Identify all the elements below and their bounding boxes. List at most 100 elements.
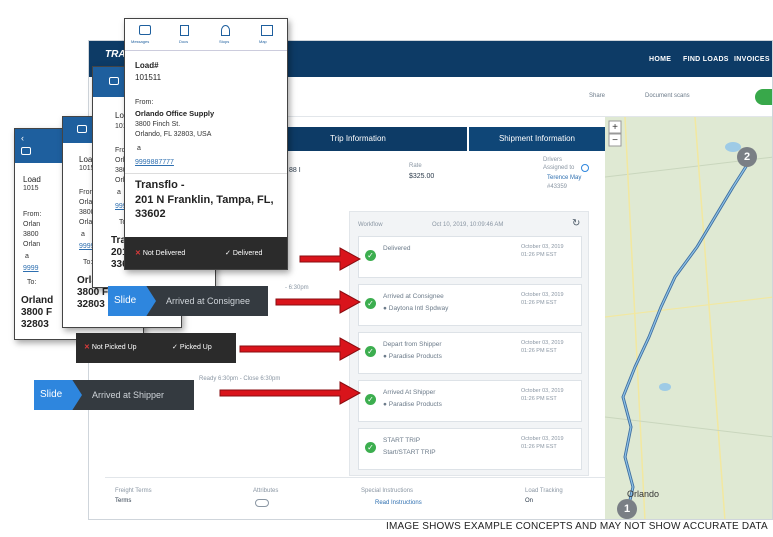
messages-tab-icon[interactable] bbox=[139, 25, 151, 35]
workflow-item-title: Delivered bbox=[383, 245, 411, 252]
to-address: 3800 F bbox=[77, 287, 109, 298]
pin-icon: ● bbox=[383, 401, 387, 408]
bullet: a bbox=[137, 145, 141, 152]
map-marker-end[interactable]: 2 bbox=[737, 147, 757, 167]
x-icon: ✕ bbox=[135, 250, 141, 257]
not-picked-up-button[interactable]: ✕ Not Picked Up bbox=[84, 343, 137, 351]
action-button[interactable] bbox=[755, 89, 772, 105]
from-address: 3800 bbox=[23, 231, 39, 238]
slide-arrived-consignee[interactable]: Slide Arrived at Consignee bbox=[108, 286, 268, 316]
arrow-to-depart-shipper bbox=[239, 337, 362, 361]
nav-home-link[interactable]: HOME bbox=[649, 56, 671, 63]
workflow-item-location-text: Daytona Intl Spdway bbox=[388, 305, 449, 312]
delivered-button[interactable]: ✓ Delivered bbox=[225, 249, 262, 257]
check-circle-icon: ✓ bbox=[365, 250, 376, 261]
picked-up-button[interactable]: ✓ Picked Up bbox=[172, 343, 212, 351]
arrow-to-delivered bbox=[299, 247, 362, 271]
workflow-item-start-trip: ✓ START TRIP Start/START TRIP October 03… bbox=[358, 428, 582, 470]
map-canvas: + − bbox=[605, 117, 772, 519]
workflow-item-location: ● Paradise Products bbox=[383, 353, 442, 360]
svg-text:−: − bbox=[612, 135, 618, 146]
messages-icon[interactable] bbox=[21, 147, 31, 155]
from-city: Orlando, FL 32803, USA bbox=[135, 131, 212, 138]
freight-terms-label: Freight Terms bbox=[115, 488, 152, 494]
bullet: a bbox=[117, 189, 121, 196]
stops-tab-icon[interactable] bbox=[221, 25, 230, 36]
from-city: Orlan bbox=[23, 241, 41, 248]
driver-name[interactable]: Terence May bbox=[547, 175, 581, 181]
to-name: Transflo - bbox=[135, 179, 185, 191]
route-map[interactable]: + − 2 1 Orlando bbox=[605, 117, 772, 519]
slide-handle[interactable]: Slide bbox=[34, 380, 82, 410]
driver-id: #43359 bbox=[547, 184, 568, 190]
check-circle-icon: ✓ bbox=[365, 298, 376, 309]
load-tracking-label: Load Tracking bbox=[525, 488, 563, 494]
slide-arrived-shipper[interactable]: Slide Arrived at Shipper bbox=[34, 380, 194, 410]
nav-invoices-link[interactable]: INVOICES bbox=[734, 56, 770, 63]
bullet: a bbox=[81, 231, 85, 238]
from-name: Orlan bbox=[23, 221, 41, 228]
verified-icon bbox=[581, 164, 589, 172]
workflow-date: Oct 10, 2019, 10:09:46 AM bbox=[432, 222, 504, 228]
workflow-item-date: October 03, 2019 01:26 PM EST bbox=[521, 388, 564, 402]
load-label: Load# bbox=[135, 61, 159, 70]
workflow-item-arrived-shipper: ✓ Arrived At Shipper ● Paradise Products… bbox=[358, 380, 582, 422]
workflow-item-delivered: ✓ Delivered October 03, 2019 01:26 PM ES… bbox=[358, 236, 582, 278]
delivery-action-bar: ✕ Not Delivered ✓ Delivered bbox=[125, 237, 287, 269]
freight-terms-value: Terms bbox=[115, 498, 132, 504]
load-footer-row: Freight Terms Terms Attributes Special I… bbox=[105, 477, 605, 519]
drivers-label: Drivers bbox=[543, 157, 562, 163]
check-circle-icon: ✓ bbox=[365, 442, 376, 453]
nav-find-loads-link[interactable]: FIND LOADS bbox=[683, 56, 729, 63]
back-arrow-icon[interactable]: ‹ bbox=[21, 133, 24, 143]
to-label: To: bbox=[27, 279, 37, 286]
phone-link[interactable]: 9999887777 bbox=[135, 159, 174, 166]
picked-up-label: Picked Up bbox=[179, 344, 212, 351]
disclaimer-caption: IMAGE SHOWS EXAMPLE CONCEPTS AND MAY NOT… bbox=[386, 521, 768, 532]
attributes-icon[interactable] bbox=[255, 499, 269, 507]
workflow-item-title: Arrived at Consignee bbox=[383, 293, 444, 300]
workflow-item-title: Depart from Shipper bbox=[383, 341, 442, 348]
load-tracking-value: On bbox=[525, 498, 534, 504]
check-icon: ✓ bbox=[172, 344, 178, 351]
phone-link[interactable]: 9999 bbox=[23, 265, 39, 272]
arrow-to-arrived-consignee bbox=[275, 290, 362, 314]
pin-icon: ● bbox=[383, 305, 387, 312]
read-instructions-link[interactable]: Read Instructions bbox=[375, 500, 422, 506]
share-link[interactable]: Share bbox=[589, 93, 605, 99]
messages-icon[interactable] bbox=[77, 125, 87, 133]
load-number: 101511 bbox=[135, 73, 162, 82]
phone-screen-delivered: Messages Docs Stops Map Load# 101511 Fro… bbox=[124, 18, 288, 270]
workflow-item-location: ● Paradise Products bbox=[383, 401, 442, 408]
docs-tab-label: Docs bbox=[179, 39, 189, 44]
check-circle-icon: ✓ bbox=[365, 346, 376, 357]
docs-tab-icon[interactable] bbox=[180, 25, 189, 36]
to-address: 3800 F bbox=[21, 307, 53, 318]
slide-handle[interactable]: Slide bbox=[108, 286, 156, 316]
not-delivered-button[interactable]: ✕ Not Delivered bbox=[135, 249, 185, 257]
workflow-item-date: October 03, 2019 01:26 PM EST bbox=[521, 292, 564, 306]
pin-icon: ● bbox=[383, 353, 387, 360]
map-marker-start[interactable]: 1 bbox=[617, 499, 637, 519]
not-delivered-label: Not Delivered bbox=[142, 250, 186, 257]
workflow-label: Workflow bbox=[358, 222, 383, 228]
delivered-label: Delivered bbox=[232, 250, 263, 257]
workflow-item-arrived-consignee: ✓ Arrived at Consignee ● Daytona Intl Sp… bbox=[358, 284, 582, 326]
document-scans-link[interactable]: Document scans bbox=[645, 93, 690, 99]
messages-tab-label: Messages bbox=[131, 39, 150, 44]
divider bbox=[125, 173, 287, 174]
refresh-icon[interactable]: ↻ bbox=[572, 218, 580, 229]
rate-value: $325.00 bbox=[409, 173, 435, 180]
to-address: 201 N Franklin, Tampa, FL, 33602 bbox=[135, 194, 274, 220]
messages-icon[interactable] bbox=[109, 77, 119, 85]
workflow-item-title: START TRIP bbox=[383, 437, 421, 444]
map-tab-icon[interactable] bbox=[261, 25, 273, 36]
check-icon: ✓ bbox=[225, 250, 231, 257]
stops-tab-label: Stops bbox=[219, 39, 230, 44]
tab-shipment-information[interactable]: Shipment Information bbox=[469, 127, 605, 151]
from-label: From: bbox=[23, 211, 42, 218]
to-zip: 32803 bbox=[21, 319, 49, 330]
workflow-item-date: October 03, 2019 01:26 PM EST bbox=[521, 436, 564, 450]
attributes-label: Attributes bbox=[253, 488, 279, 494]
arrow-to-arrived-shipper bbox=[219, 381, 362, 405]
